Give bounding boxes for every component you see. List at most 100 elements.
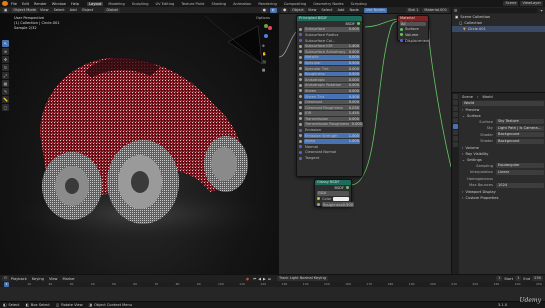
tab-texture-paint[interactable]: Texture Paint (179, 2, 206, 6)
glossy-output-socket-icon[interactable] (346, 186, 349, 190)
viewport-menu-view[interactable]: View (40, 8, 49, 12)
viewport-menu-select[interactable]: Select (54, 8, 65, 12)
glossy-distribution-selector[interactable]: GGX (317, 191, 349, 196)
input-socket-icon[interactable] (299, 61, 302, 65)
principled-prop-field[interactable]: Emission (304, 128, 360, 133)
input-socket-icon[interactable] (299, 27, 302, 31)
principled-prop-field[interactable]: Specular 0.500 (304, 60, 360, 66)
principled-prop-field[interactable]: Clearcoat Normal (304, 150, 360, 155)
input-socket-icon[interactable] (299, 134, 302, 138)
shading-rendered-button[interactable]: ◐ (269, 7, 277, 13)
input-socket-icon[interactable] (299, 67, 302, 71)
current-frame-field[interactable]: 1 (495, 276, 503, 281)
principled-prop-row[interactable]: Transmission Roughness 0.000 (297, 122, 363, 128)
shading-solid-button[interactable]: ● (260, 7, 268, 13)
principled-bsdf-node[interactable]: Principled BSDF BSDF Subsurface 0.000 Subs… (296, 15, 363, 177)
principled-prop-row[interactable]: IOR 1.450 (297, 111, 362, 117)
settings-prop-field[interactable]: Linear (496, 169, 544, 175)
object-tab-icon[interactable] (453, 130, 458, 135)
bsdf-socket-icon[interactable] (357, 22, 360, 26)
principled-prop-row[interactable]: Subsurface 0.000 (297, 27, 362, 33)
material-tab-icon[interactable] (453, 142, 458, 147)
front-left-wheel[interactable] (107, 140, 179, 224)
section-custom-properties[interactable]: › Custom Properties (460, 195, 545, 201)
cursor-tool-icon[interactable]: ⊕ (2, 48, 9, 55)
input-socket-icon[interactable] (299, 128, 302, 132)
input-socket-icon[interactable] (299, 111, 302, 115)
principled-prop-field[interactable]: Tangent (304, 156, 360, 161)
input-socket-icon[interactable] (299, 39, 302, 43)
input-socket-icon[interactable] (299, 44, 302, 48)
tab-sculpting[interactable]: Sculpting (130, 2, 151, 6)
principled-prop-field[interactable]: Subsurface IOR 1.400 (304, 43, 360, 49)
measure-tool-icon[interactable]: 📏 (2, 96, 9, 103)
principled-prop-row[interactable]: Specular 0.500 (297, 60, 362, 66)
tab-modeling[interactable]: Modeling (106, 2, 126, 6)
menu-window[interactable]: Window (52, 2, 66, 6)
principled-prop-field[interactable]: Subsurface 0.000 (304, 27, 360, 32)
principled-prop-row[interactable]: Emission Strength 1.000 (297, 133, 362, 139)
input-socket-icon[interactable] (299, 139, 302, 143)
surface-prop-field[interactable]: Background (496, 138, 544, 144)
glossy-bsdf-node[interactable]: Glossy BSDF BSDF GGX Color Roughness 0.50… (314, 179, 354, 208)
output-target-row[interactable]: All (398, 21, 428, 27)
timeline-menu-marker[interactable]: Marker (62, 277, 74, 281)
principled-prop-row[interactable]: Sheen Tint 0.500 (297, 94, 362, 100)
world-datablock-field[interactable]: World (462, 100, 544, 106)
glossy-roughness-socket-icon[interactable] (317, 203, 320, 207)
tab-shading[interactable]: Shading (209, 2, 228, 6)
rear-wheel[interactable] (42, 152, 102, 220)
input-socket-icon[interactable] (299, 50, 302, 54)
principled-prop-field[interactable]: Emission Strength 1.000 (304, 133, 360, 138)
outliner-type-icon[interactable]: ☰ (454, 9, 457, 13)
menu-edit[interactable]: Edit (22, 2, 29, 6)
tab-rendering[interactable]: Rendering (256, 2, 278, 6)
glossy-distribution-row[interactable]: GGX (315, 191, 351, 197)
scene-selector[interactable]: Scene (503, 1, 519, 6)
glossy-roughness-row[interactable]: Roughness 0.500 (315, 202, 354, 208)
principled-prop-row[interactable]: Transmission 0.000 (297, 116, 362, 122)
principled-prop-field[interactable]: Sheen Tint 0.500 (304, 94, 360, 99)
modifier-tab-icon[interactable] (453, 136, 458, 141)
glossy-roughness-field[interactable]: Roughness 0.500 (322, 202, 354, 207)
principled-prop-field[interactable]: Subsurface Col... (304, 38, 360, 43)
principled-prop-row[interactable]: Clearcoat Roughness 0.030 (297, 105, 362, 111)
principled-prop-field[interactable]: Transmission Roughness 0.000 (304, 122, 363, 127)
principled-prop-field[interactable]: Sheen 0.000 (304, 88, 360, 94)
world-datablock-row[interactable]: World (460, 100, 545, 107)
shader-node-editor[interactable]: ⬢ Object View Select Add Node Use Nodes … (279, 7, 451, 274)
timeline-type-button[interactable]: ⏱ (2, 276, 9, 281)
principled-prop-field[interactable]: IOR 1.450 (304, 111, 360, 116)
settings-prop-field[interactable] (496, 176, 544, 181)
principled-prop-field[interactable]: Transmission 0.000 (304, 116, 360, 122)
principled-prop-row[interactable]: Tangent (297, 155, 362, 161)
view-layer-tab-icon[interactable] (453, 112, 458, 117)
camera-view-icon[interactable]: 🎥 (262, 60, 266, 64)
volume-socket-icon[interactable] (400, 33, 403, 37)
principled-prop-field[interactable]: Clearcoat 0.000 (304, 99, 360, 105)
playhead[interactable]: 1 (4, 282, 9, 287)
principled-prop-field[interactable]: Normal (304, 145, 360, 150)
principled-prop-field[interactable]: Specular Tint 0.000 (304, 66, 360, 71)
input-socket-icon[interactable] (299, 83, 302, 87)
rotate-tool-icon[interactable]: ↻ (2, 64, 9, 71)
surface-prop-field[interactable]: Sky Texture (496, 119, 544, 125)
viewport-options-button[interactable]: Options (256, 16, 270, 20)
principled-prop-field[interactable]: Clearcoat Roughness 0.030 (304, 105, 360, 110)
input-socket-icon[interactable] (299, 150, 302, 154)
principled-prop-row[interactable]: Anisotropic Rotation 0.000 (297, 83, 362, 89)
principled-prop-row[interactable]: Clearcoat Normal (297, 150, 362, 156)
filter-icon[interactable]: ⏷ (540, 9, 543, 13)
tab-compositing[interactable]: Compositing (282, 2, 309, 6)
viewport-menu-object[interactable]: Object (82, 8, 94, 12)
principled-prop-row[interactable]: Specular Tint 0.000 (297, 66, 362, 72)
jump-end-icon[interactable]: ⏭ (268, 277, 271, 281)
principled-prop-row[interactable]: Alpha 1.000 (297, 138, 362, 144)
principled-prop-row[interactable]: Subsurface Col... (297, 38, 362, 44)
tab-scripting[interactable]: Scripting (349, 2, 369, 6)
orientation-selector[interactable]: Global (104, 7, 120, 13)
principled-prop-row[interactable]: Subsurface IOR 1.400 (297, 43, 362, 49)
input-socket-icon[interactable] (299, 117, 302, 121)
camera-object[interactable] (227, 25, 263, 65)
output-tab-icon[interactable] (453, 106, 458, 111)
